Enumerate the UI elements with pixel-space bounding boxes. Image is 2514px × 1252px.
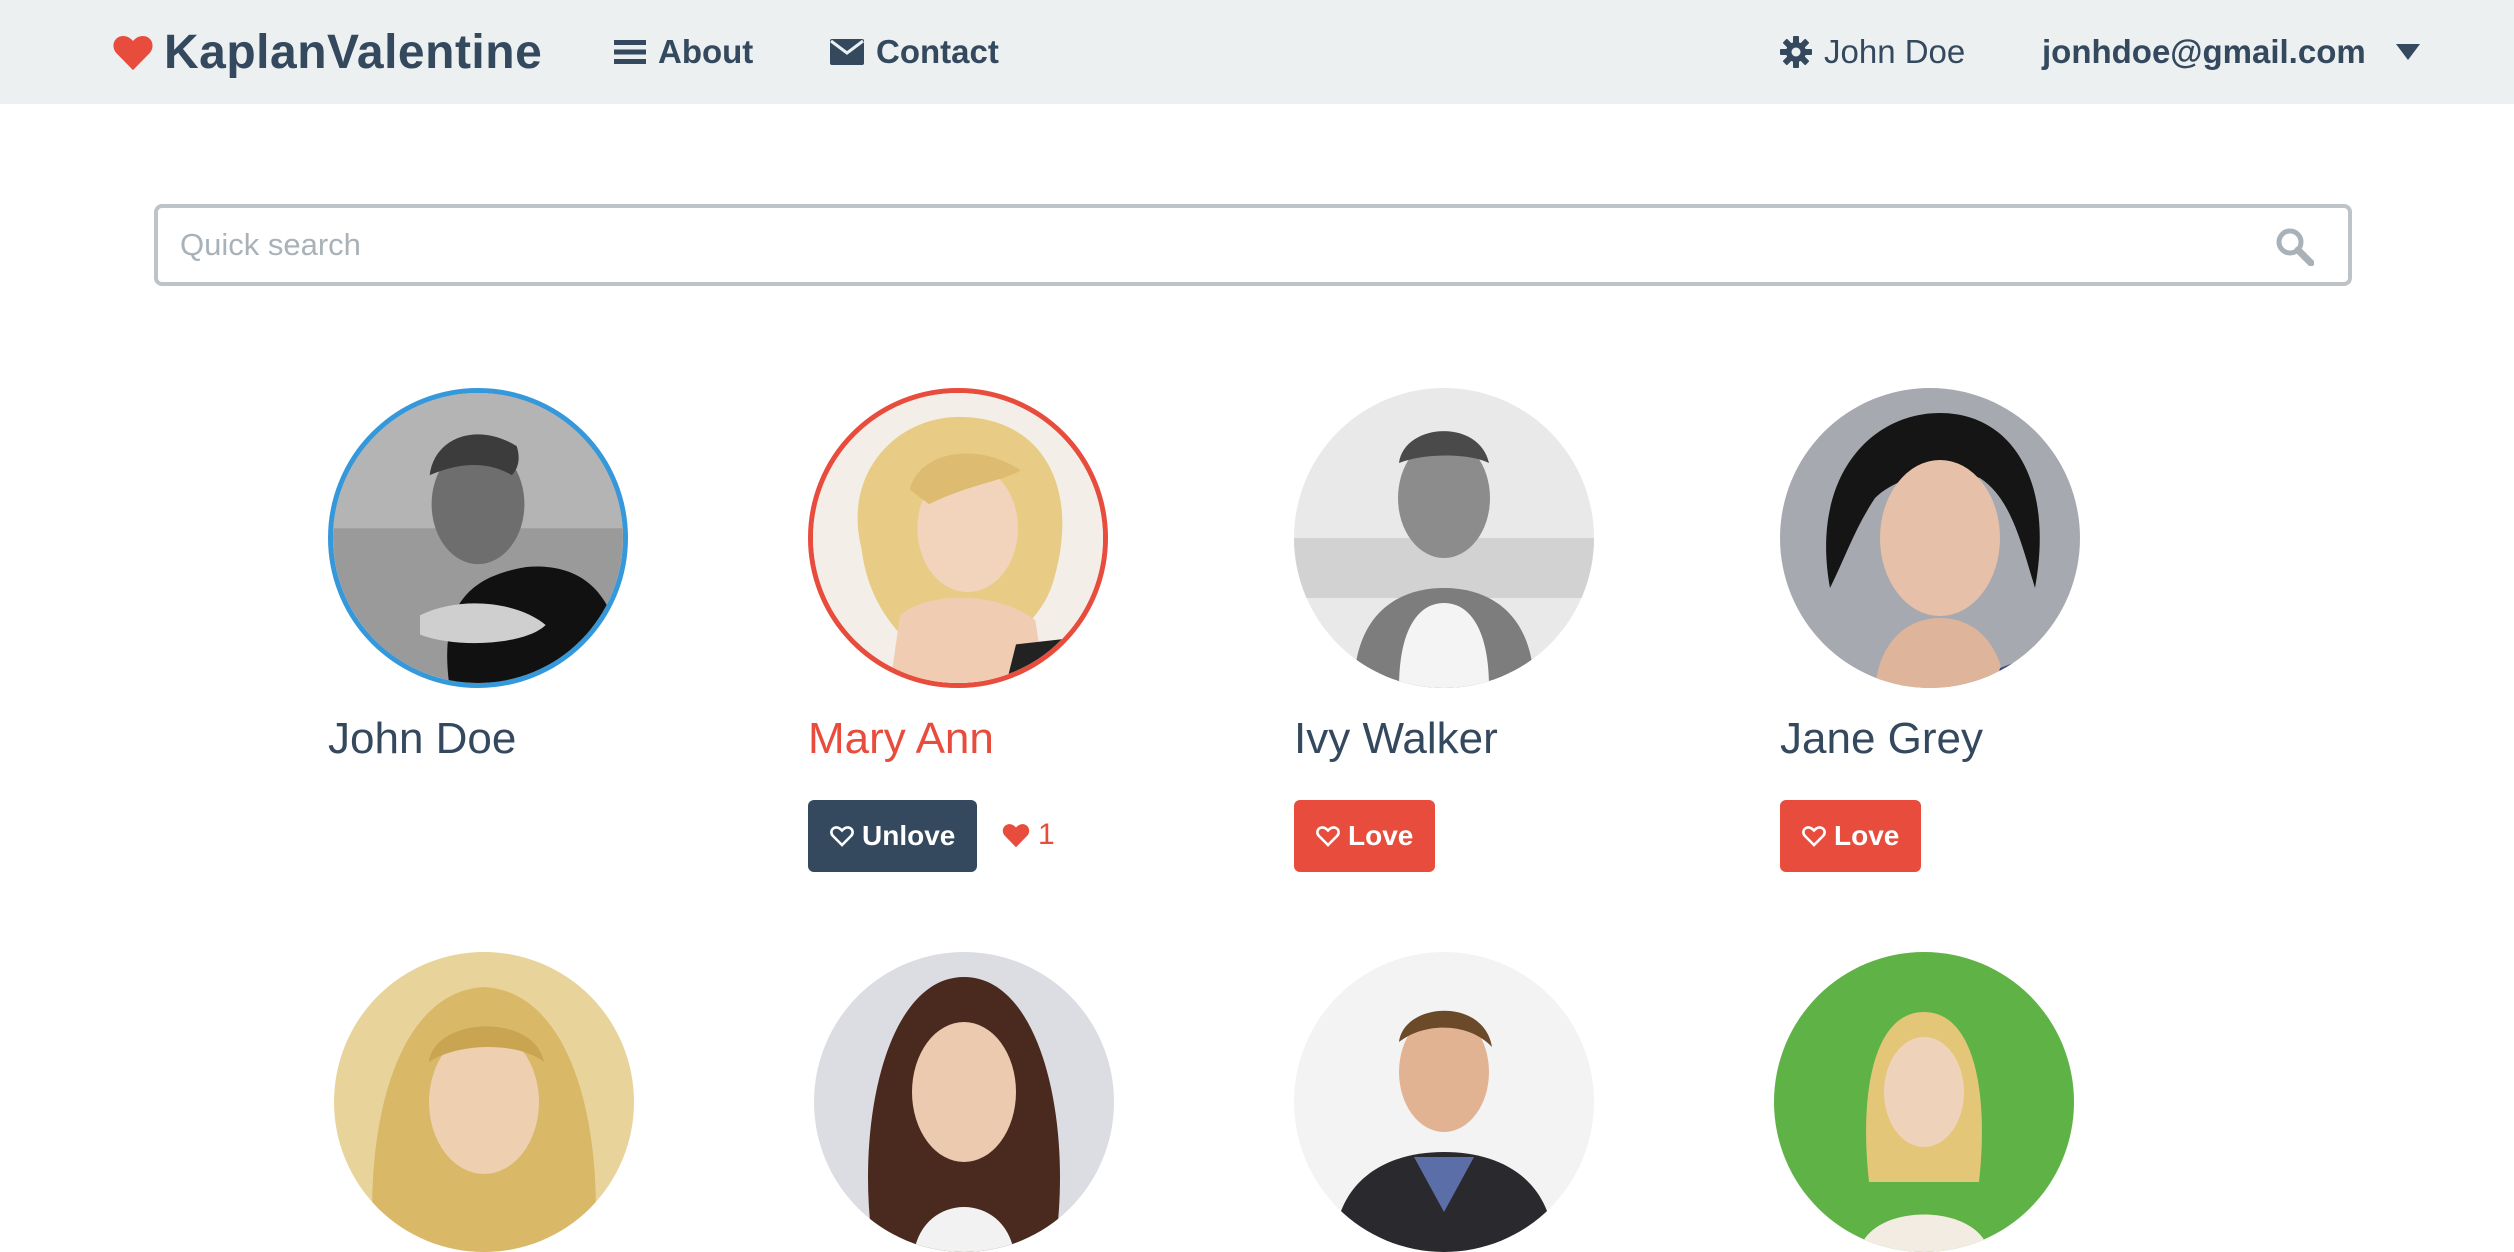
avatar[interactable] (1294, 952, 1594, 1252)
profile-photo-jane-grey (1780, 388, 2080, 688)
love-button-label: Love (1834, 820, 1900, 851)
heart-outline-icon (1316, 826, 1340, 847)
brand-name: KaplanValentine (164, 25, 543, 79)
caret-down-icon (2395, 44, 2420, 60)
profile-photo-john-doe (333, 393, 623, 683)
nav-user-name: John Doe (1824, 33, 1966, 70)
avatar[interactable] (808, 388, 1108, 688)
profile-photo (334, 952, 634, 1252)
unlove-button[interactable]: Unlove (808, 800, 978, 872)
navbar: KaplanValentine About Contact John Doe j… (0, 0, 2514, 104)
heart-icon (113, 35, 153, 71)
love-button[interactable]: Love (1294, 800, 1436, 872)
envelope-icon (830, 39, 864, 65)
heart-outline-icon (830, 826, 854, 847)
profile-photo-ivy-walker (1294, 388, 1594, 688)
profile-photo (814, 952, 1114, 1252)
avatar[interactable] (1780, 388, 2080, 688)
profile-name[interactable]: Ivy Walker (1294, 714, 1498, 764)
user-dropdown-toggle[interactable]: jonhdoe@gmail.com (2042, 22, 2420, 82)
profile-photo (1294, 952, 1594, 1252)
search-input[interactable] (180, 208, 2240, 282)
nav-user-email: jonhdoe@gmail.com (2042, 33, 2366, 70)
avatar[interactable] (1774, 952, 2074, 1252)
profile-photo-mary-ann (813, 393, 1103, 683)
nav-contact-label: Contact (876, 33, 999, 70)
search-icon[interactable] (2274, 226, 2314, 266)
heart-outline-icon (1802, 826, 1826, 847)
love-button[interactable]: Love (1780, 800, 1922, 872)
unlove-button-label: Unlove (862, 820, 956, 851)
heart-icon (1002, 824, 1030, 848)
nav-about-link[interactable]: About (614, 22, 753, 82)
profile-name[interactable]: Jane Grey (1780, 714, 1983, 764)
avatar[interactable] (1294, 388, 1594, 688)
love-count: 1 (1002, 818, 1055, 852)
nav-contact-link[interactable]: Contact (830, 22, 999, 82)
nav-user-settings-link[interactable]: John Doe (1780, 22, 1965, 82)
search-box (154, 204, 2352, 286)
menu-icon (614, 40, 646, 64)
avatar[interactable] (334, 952, 634, 1252)
profile-name[interactable]: Mary Ann (808, 714, 994, 764)
brand-link[interactable]: KaplanValentine (112, 20, 542, 84)
profile-photo (1774, 952, 2074, 1252)
gear-icon (1780, 36, 1812, 68)
love-button-label: Love (1348, 820, 1414, 851)
love-count-value: 1 (1038, 818, 1055, 851)
profile-name[interactable]: John Doe (328, 714, 516, 764)
avatar[interactable] (814, 952, 1114, 1252)
avatar[interactable] (328, 388, 628, 688)
nav-about-label: About (658, 33, 754, 70)
